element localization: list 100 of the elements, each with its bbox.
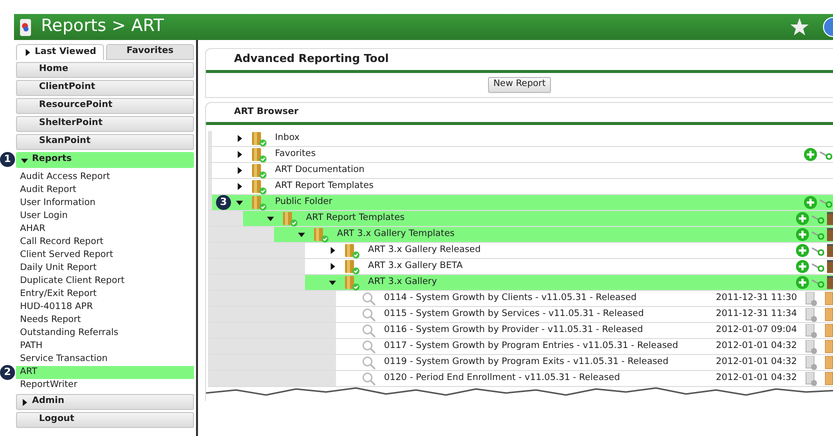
collapsed-arrow-icon[interactable] (236, 135, 243, 142)
collapsed-arrow-icon[interactable] (24, 49, 31, 56)
key-icon[interactable] (811, 230, 825, 240)
report-link[interactable]: HUD-40118 APR (16, 301, 194, 314)
report-name[interactable]: 0115 - System Growth by Services - v11.05.31 - Released (384, 308, 644, 322)
collapsed-arrow-icon[interactable] (329, 263, 336, 270)
edit-icon[interactable] (825, 292, 833, 305)
search-icon[interactable] (362, 308, 376, 322)
folder-row[interactable]: ART 3.x Gallery (305, 275, 833, 290)
trash-icon[interactable] (827, 276, 833, 289)
document-icon[interactable] (805, 308, 817, 322)
key-icon[interactable] (819, 198, 833, 208)
search-icon[interactable] (362, 356, 376, 370)
report-link[interactable]: Audit Report (16, 184, 194, 197)
report-link[interactable]: Service Transaction (16, 353, 194, 366)
collapsed-arrow-icon[interactable] (236, 151, 243, 158)
folder-name[interactable]: ART 3.x Gallery Templates (337, 228, 455, 242)
folder-name[interactable]: Inbox (275, 132, 300, 146)
collapsed-arrow-icon[interactable] (236, 167, 243, 174)
document-icon[interactable] (805, 372, 817, 386)
sidebar-section[interactable]: ShelterPoint (16, 116, 194, 132)
folder-name[interactable]: ART 3.x Gallery BETA (368, 260, 463, 274)
add-icon[interactable] (796, 212, 809, 225)
expanded-arrow-icon[interactable] (236, 199, 243, 206)
trash-icon[interactable] (827, 212, 833, 225)
folder-name[interactable]: Public Folder (275, 196, 332, 210)
search-icon[interactable] (362, 324, 376, 338)
expanded-arrow-icon[interactable] (267, 215, 274, 222)
report-link[interactable]: Call Record Report (16, 236, 194, 249)
folder-name[interactable]: ART Documentation (275, 164, 364, 178)
document-icon[interactable] (805, 324, 817, 338)
key-icon[interactable] (811, 278, 825, 288)
report-link[interactable]: User Information (16, 197, 194, 210)
sidebar-section[interactable]: Admin (16, 394, 194, 410)
add-icon[interactable] (804, 148, 817, 161)
add-icon[interactable] (796, 276, 809, 289)
report-name[interactable]: 0120 - Period End Enrollment - v11.05.31 - Released (384, 372, 620, 386)
report-link[interactable]: Outstanding Referrals (16, 327, 194, 340)
expanded-arrow-icon[interactable] (329, 279, 336, 286)
edit-icon[interactable] (825, 324, 833, 337)
sidebar-tab[interactable]: Last Viewed (16, 44, 104, 60)
search-icon[interactable] (362, 372, 376, 386)
report-name[interactable]: 0116 - System Growth by Provider - v11.05.31 - Released (384, 324, 643, 338)
trash-icon[interactable] (827, 244, 833, 257)
document-icon[interactable] (805, 356, 817, 370)
expanded-arrow-icon[interactable] (298, 231, 305, 238)
sidebar-section[interactable]: ResourcePoint (16, 98, 194, 114)
report-link[interactable]: PATH (16, 340, 194, 353)
sidebar-section[interactable]: ClientPoint (16, 80, 194, 96)
folder-name[interactable]: Favorites (275, 148, 316, 162)
report-link[interactable]: Daily Unit Report (16, 262, 194, 275)
report-name[interactable]: 0117 - System Growth by Program Entries - v11.05.31 - Released (384, 340, 678, 354)
key-icon[interactable] (811, 246, 825, 256)
new-report-button[interactable]: New Report (488, 77, 551, 93)
folder-row[interactable]: 3 Public Folder (212, 195, 833, 210)
folder-name[interactable]: ART Report Templates (306, 212, 405, 226)
expanded-arrow-icon[interactable] (21, 156, 28, 164)
document-icon[interactable] (805, 340, 817, 354)
report-link[interactable]: Entry/Exit Report (16, 288, 194, 301)
edit-icon[interactable] (825, 308, 833, 321)
sidebar-tab[interactable]: Favorites (106, 44, 194, 60)
folder-name[interactable]: ART 3.x Gallery Released (368, 244, 481, 258)
collapsed-arrow-icon[interactable] (329, 247, 336, 254)
collapsed-arrow-icon[interactable] (236, 183, 243, 190)
search-icon[interactable] (362, 292, 376, 306)
folder-row[interactable]: ART 3.x Gallery Templates (274, 227, 833, 242)
trash-icon[interactable] (827, 260, 833, 273)
collapsed-arrow-icon[interactable] (21, 398, 28, 406)
help-icon[interactable] (823, 17, 833, 37)
document-icon[interactable] (805, 292, 817, 306)
report-link[interactable]: AHAR (16, 223, 194, 236)
key-icon[interactable] (819, 150, 833, 160)
report-name[interactable]: 0119 - System Growth by Program Exits - v11.05.31 - Released (384, 356, 668, 370)
report-link[interactable]: User Login (16, 210, 194, 223)
add-icon[interactable] (796, 228, 809, 241)
report-link[interactable]: ReportWriter (16, 379, 194, 392)
search-icon[interactable] (362, 340, 376, 354)
add-icon[interactable] (804, 196, 817, 209)
add-icon[interactable] (796, 260, 809, 273)
report-link[interactable]: ART (16, 366, 194, 379)
trash-icon[interactable] (827, 228, 833, 241)
report-link[interactable]: Client Served Report (16, 249, 194, 262)
key-icon[interactable] (811, 214, 825, 224)
report-link[interactable]: Audit Access Report (16, 171, 194, 184)
folder-name[interactable]: ART 3.x Gallery (368, 276, 437, 290)
report-link[interactable]: Duplicate Client Report (16, 275, 194, 288)
folder-row[interactable]: ART Report Templates (243, 211, 833, 226)
folder-name[interactable]: ART Report Templates (275, 180, 374, 194)
sidebar-section[interactable]: Logout (16, 412, 194, 428)
sidebar-section[interactable]: SkanPoint (16, 134, 194, 150)
sidebar-section[interactable]: Reports (16, 152, 194, 168)
edit-icon[interactable] (825, 340, 833, 353)
report-link[interactable]: Needs Report (16, 314, 194, 327)
report-name[interactable]: 0114 - System Growth by Clients - v11.05.31 - Released (384, 292, 637, 306)
sidebar-section[interactable]: Home (16, 62, 194, 78)
edit-icon[interactable] (825, 356, 833, 369)
key-icon[interactable] (811, 262, 825, 272)
add-icon[interactable] (796, 244, 809, 257)
edit-icon[interactable] (825, 372, 833, 385)
star-icon[interactable] (790, 18, 809, 36)
